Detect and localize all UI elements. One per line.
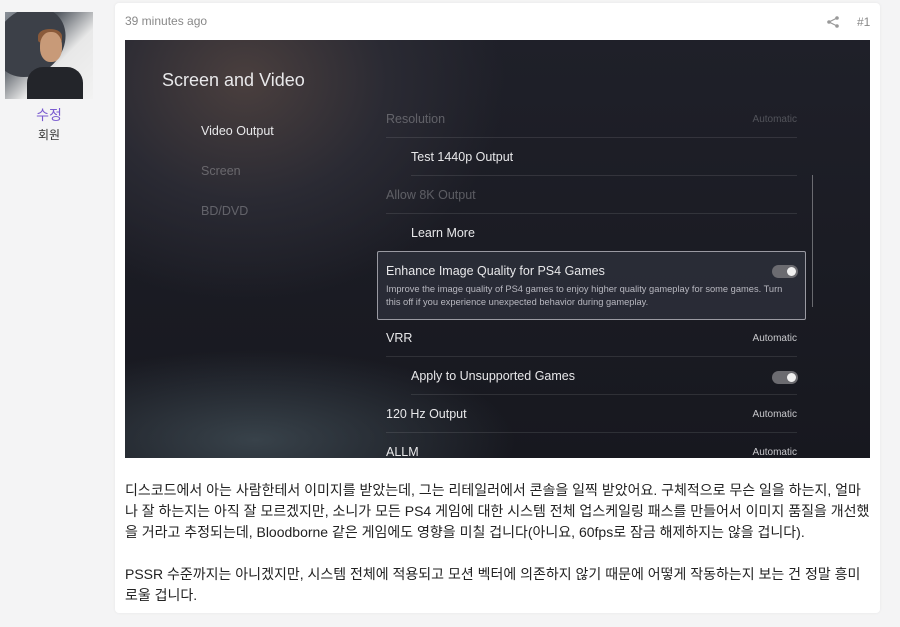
row-resolution-value: Automatic [752, 114, 797, 125]
username-link[interactable]: 수정 [0, 105, 98, 125]
row-test-1440p: Test 1440p Output [411, 150, 514, 164]
post-paragraph: 디스코드에서 아는 사람한테서 이미지를 받았는데, 그는 리테일러에서 콘솔을… [125, 482, 870, 540]
row-learn-more: Learn More [411, 226, 475, 240]
row-vrr-value: Automatic [752, 333, 797, 344]
row-allm: ALLM [386, 445, 419, 458]
post-paragraph: PSSR 수준까지는 아니겠지만, 시스템 전체에 적용되고 모션 벡터에 의존… [125, 566, 861, 603]
post-timestamp[interactable]: 39 minutes ago [125, 14, 207, 28]
share-icon[interactable] [826, 15, 840, 29]
enhance-toggle [772, 265, 798, 278]
settings-title: Screen and Video [162, 70, 305, 90]
row-vrr: VRR [386, 331, 413, 345]
row-120hz: 120 Hz Output [386, 407, 467, 421]
avatar[interactable] [5, 12, 93, 99]
row-120hz-value: Automatic [752, 409, 797, 420]
settings-scrollbar [812, 175, 813, 307]
row-allm-value: Automatic [752, 447, 797, 458]
row-apply-unsupported: Apply to Unsupported Games [411, 369, 575, 383]
row-resolution: Resolution [386, 112, 446, 126]
menu-screen: Screen [201, 164, 241, 178]
post-number-link[interactable]: #1 [857, 15, 870, 29]
menu-video-output: Video Output [201, 124, 274, 138]
row-allow-8k: Allow 8K Output [386, 188, 476, 202]
row-enhance-ps4: Enhance Image Quality for PS4 Games [386, 264, 605, 278]
post-image-ps5-settings[interactable]: Screen and Video Video Output Screen BD/… [125, 40, 870, 458]
post-card: 39 minutes ago #1 Screen and Video Video… [115, 3, 880, 613]
post-body: 디스코드에서 아는 사람한테서 이미지를 받았는데, 그는 리테일러에서 콘솔을… [125, 480, 870, 627]
user-role: 회원 [37, 128, 61, 142]
menu-bd-dvd: BD/DVD [201, 204, 249, 218]
row-enhance-description: Improve the image quality of PS4 games t… [386, 284, 783, 307]
apply-toggle [772, 371, 798, 384]
